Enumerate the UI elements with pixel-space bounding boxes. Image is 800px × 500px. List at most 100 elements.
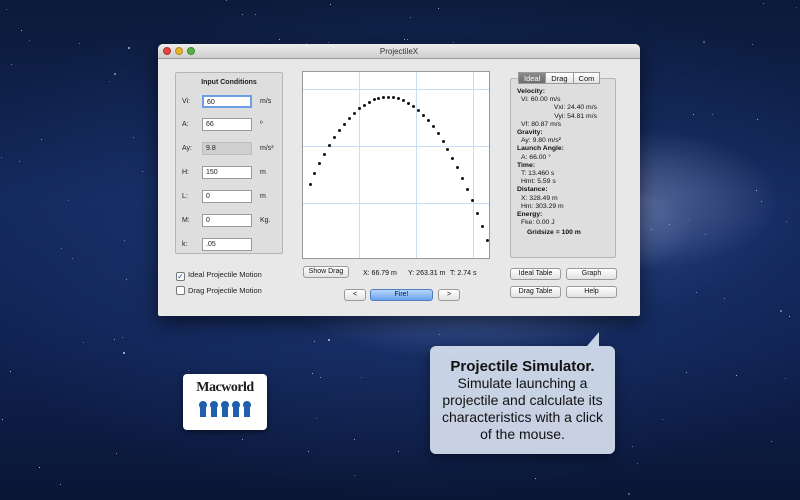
- macworld-logo-text: Macworld: [196, 380, 254, 395]
- trajectory-point: [480, 224, 484, 228]
- background-star: [316, 418, 317, 419]
- background-star: [651, 229, 652, 230]
- background-star: [632, 446, 633, 447]
- mass-label: M:: [182, 217, 190, 224]
- graph-button[interactable]: Graph: [566, 268, 617, 280]
- t-readout: T: 2.74 s: [450, 270, 477, 277]
- background-star: [226, 0, 227, 1]
- vf-result: Vf: 80.87 m/s: [521, 120, 562, 128]
- fire-button[interactable]: Fire!: [370, 289, 433, 301]
- vi-input[interactable]: 60: [202, 95, 252, 108]
- drag-motion-label: Drag Projectile Motion: [188, 286, 262, 295]
- y-readout: Y: 263.31 m: [408, 270, 446, 277]
- height-row: H: 150 m: [176, 166, 284, 180]
- background-star: [124, 240, 125, 241]
- tab-drag[interactable]: Drag: [545, 72, 574, 84]
- angle-input[interactable]: 66: [202, 118, 252, 131]
- launch-angle-title: Launch Angle:: [517, 145, 564, 153]
- angle-row: A: 66 º: [176, 118, 284, 132]
- drag-k-label: k:: [182, 241, 188, 248]
- ideal-motion-option[interactable]: ✓ Ideal Projectile Motion: [176, 270, 262, 281]
- background-star: [689, 219, 690, 220]
- vxi-result: Vxi: 24.40 m/s: [553, 104, 597, 112]
- input-conditions-title: Input Conditions: [201, 79, 257, 86]
- drag-k-input[interactable]: .05: [202, 238, 252, 251]
- background-star: [404, 39, 405, 40]
- mass-unit: Kg.: [260, 217, 271, 224]
- distance-result: X: 328.49 m: [521, 194, 558, 202]
- angle-label: A:: [182, 121, 189, 128]
- trajectory-point: [382, 95, 386, 99]
- landing-unit: m: [260, 193, 266, 200]
- help-button[interactable]: Help: [566, 286, 617, 298]
- background-star: [786, 221, 787, 222]
- trajectory-point: [313, 172, 317, 176]
- trajectory-point: [407, 101, 411, 105]
- window-title: ProjectileX: [379, 47, 419, 56]
- background-star: [122, 337, 123, 338]
- background-star: [785, 378, 786, 379]
- background-star: [2, 419, 3, 420]
- callout-line: characteristics with a click: [441, 409, 604, 425]
- trajectory-point: [377, 96, 381, 100]
- background-star: [761, 201, 762, 202]
- ay-result: Ay: 9.80 m/s²: [521, 137, 561, 145]
- background-star: [312, 373, 313, 374]
- trajectory-point: [461, 176, 465, 180]
- trajectory-point: [431, 125, 435, 129]
- background-star: [29, 40, 30, 41]
- background-star: [752, 44, 753, 45]
- drag-k-row: k: .05: [176, 238, 284, 252]
- close-window-icon[interactable]: [163, 47, 171, 55]
- angle-unit: º: [260, 121, 263, 128]
- background-star: [757, 119, 758, 120]
- trajectory-point: [426, 119, 430, 123]
- background-star: [123, 352, 125, 354]
- drag-motion-checkbox[interactable]: [176, 286, 185, 295]
- gravity-title: Gravity:: [517, 129, 543, 137]
- drag-table-button[interactable]: Drag Table: [510, 286, 561, 298]
- callout-title: Projectile Simulator.: [450, 358, 595, 375]
- height-input[interactable]: 150: [202, 166, 252, 179]
- mass-input[interactable]: 0: [202, 214, 252, 227]
- background-star: [83, 342, 84, 343]
- vi-label: Vi:: [182, 98, 191, 105]
- grid-line-h: [303, 146, 489, 147]
- window-titlebar[interactable]: ProjectileX: [158, 44, 640, 59]
- background-star: [72, 258, 73, 259]
- grid-line-h: [303, 203, 489, 204]
- macworld-badge: Macworld: [183, 374, 267, 430]
- background-star: [438, 8, 439, 9]
- drag-motion-option[interactable]: Drag Projectile Motion: [176, 286, 262, 295]
- background-star: [21, 30, 22, 31]
- zoom-window-icon[interactable]: [187, 47, 195, 55]
- background-star: [328, 42, 329, 43]
- trajectory-point: [485, 238, 489, 242]
- background-star: [133, 137, 134, 138]
- callout-line: Simulate launching a: [457, 375, 588, 391]
- background-star: [453, 42, 454, 43]
- background-star: [398, 451, 399, 452]
- trajectory-point: [342, 122, 346, 126]
- background-star: [242, 439, 243, 440]
- time-result: T: 13.460 s: [521, 170, 555, 178]
- ideal-table-button[interactable]: Ideal Table: [510, 268, 561, 280]
- next-button[interactable]: >: [438, 289, 460, 301]
- tab-com[interactable]: Com: [572, 72, 601, 84]
- trajectory-point: [451, 156, 455, 160]
- hmt-result: Hmt: 5.59 s: [521, 178, 556, 186]
- previous-button[interactable]: <: [344, 289, 366, 301]
- energy-result: Fke: 0.00 J: [521, 219, 555, 227]
- background-star: [142, 171, 143, 172]
- trajectory-point: [411, 105, 415, 109]
- trajectory-point: [397, 97, 401, 101]
- velocity-title: Velocity:: [517, 88, 545, 95]
- ideal-motion-checkbox[interactable]: ✓: [176, 272, 185, 281]
- show-drag-button[interactable]: Show Drag: [303, 266, 349, 278]
- minimize-window-icon[interactable]: [175, 47, 183, 55]
- tab-ideal[interactable]: Ideal: [518, 72, 547, 84]
- macworld-mice-icon: [199, 401, 251, 417]
- background-star: [10, 371, 11, 372]
- landing-input[interactable]: 0: [202, 190, 252, 203]
- grid-line-v: [359, 72, 360, 258]
